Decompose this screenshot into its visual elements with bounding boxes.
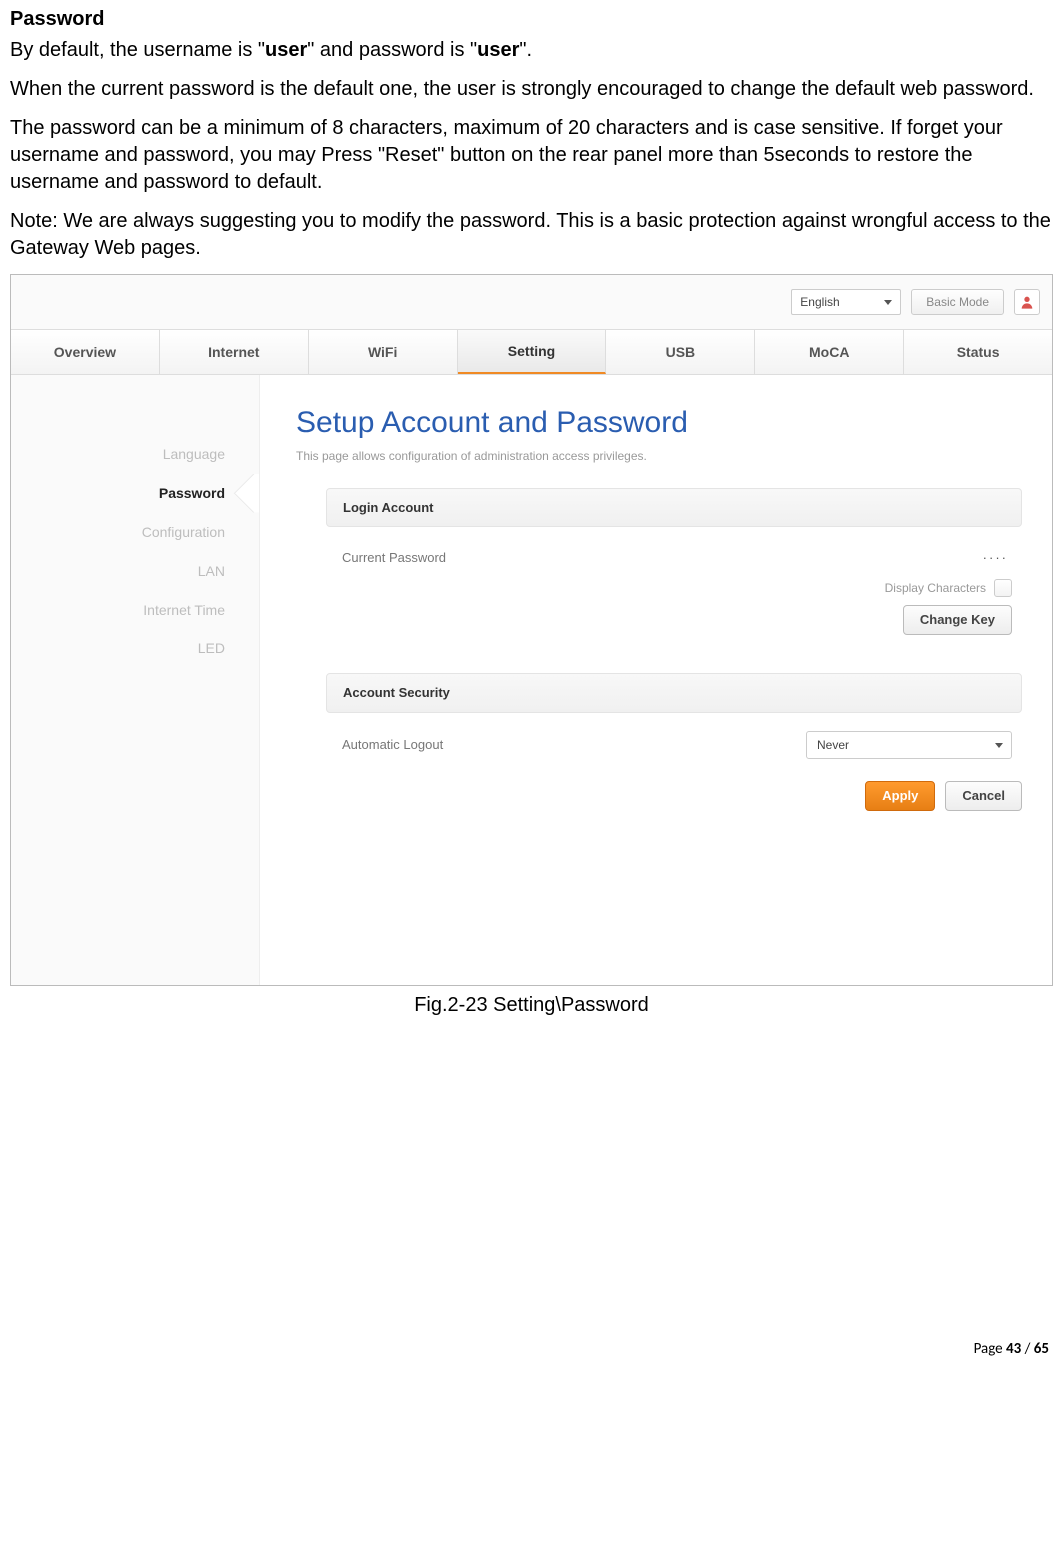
tab-label: Overview — [54, 343, 116, 362]
top-tabs: Overview Internet WiFi Setting USB MoCA … — [11, 329, 1052, 375]
sidebar-item-password[interactable]: Password — [11, 474, 259, 513]
row-current-password: Current Password ···· — [326, 541, 1022, 575]
sidebar-item-label: LED — [198, 640, 225, 656]
section-head-login-account: Login Account — [326, 488, 1022, 528]
settings-sidebar: Language Password Configuration LAN Inte… — [11, 375, 259, 985]
p1a: By default, the username is " — [10, 39, 265, 61]
automatic-logout-value: Never — [817, 737, 849, 753]
form-actions: Apply Cancel — [326, 781, 1022, 811]
tab-label: Status — [957, 343, 1000, 362]
screenshot-setting-password: English Basic Mode Overview Internet WiF… — [10, 274, 1053, 986]
change-key-label: Change Key — [920, 611, 995, 629]
tab-internet[interactable]: Internet — [160, 330, 309, 374]
sidebar-item-label: LAN — [198, 563, 225, 579]
sidebar-item-label: Language — [163, 446, 225, 462]
apply-button[interactable]: Apply — [865, 781, 935, 811]
apply-label: Apply — [882, 787, 918, 805]
page-subtitle: This page allows configuration of admini… — [296, 448, 1022, 464]
paragraph-1: By default, the username is "user" and p… — [10, 37, 1053, 64]
footer-page-total: 65 — [1034, 1340, 1049, 1358]
user-icon — [1019, 294, 1035, 310]
automatic-logout-select[interactable]: Never — [806, 731, 1012, 759]
p1e: ". — [519, 39, 532, 61]
page-footer: Page 43 / 65 — [10, 1339, 1053, 1359]
footer-prefix: Page — [974, 1340, 1006, 1358]
user-account-icon[interactable] — [1014, 289, 1040, 315]
current-password-label: Current Password — [342, 549, 446, 567]
tab-label: USB — [666, 343, 696, 362]
row-automatic-logout: Automatic Logout Never — [326, 727, 1022, 763]
tab-label: Internet — [208, 343, 259, 362]
sidebar-item-lan[interactable]: LAN — [11, 552, 259, 591]
sidebar-item-internet-time[interactable]: Internet Time — [11, 591, 259, 630]
tab-label: WiFi — [368, 343, 397, 362]
sidebar-item-label: Internet Time — [143, 602, 225, 618]
mode-toggle-label: Basic Mode — [926, 294, 989, 310]
tab-setting[interactable]: Setting — [458, 330, 607, 374]
display-characters-label: Display Characters — [885, 580, 986, 596]
p1-user2: user — [477, 39, 519, 61]
footer-sep: / — [1021, 1340, 1034, 1358]
section-head-account-security: Account Security — [326, 673, 1022, 713]
p1c: " and password is " — [307, 39, 477, 61]
tab-overview[interactable]: Overview — [11, 330, 160, 374]
checkbox-icon — [994, 579, 1012, 597]
figure-caption: Fig.2-23 Setting\Password — [10, 992, 1053, 1019]
footer-page-current: 43 — [1006, 1340, 1021, 1358]
top-toolbar: English Basic Mode — [11, 275, 1052, 329]
change-key-button[interactable]: Change Key — [903, 605, 1012, 635]
cancel-label: Cancel — [962, 787, 1005, 805]
paragraph-2: When the current password is the default… — [10, 76, 1053, 103]
language-select[interactable]: English — [791, 289, 901, 315]
sidebar-item-label: Configuration — [142, 524, 225, 540]
language-select-value: English — [800, 294, 839, 310]
section-account-security: Account Security Automatic Logout Never — [326, 673, 1022, 763]
row-password-options: Display Characters Change Key — [326, 575, 1022, 639]
tab-label: Setting — [508, 342, 555, 361]
sidebar-item-language[interactable]: Language — [11, 435, 259, 474]
section-login-account: Login Account Current Password ···· Disp… — [326, 488, 1022, 640]
sidebar-item-label: Password — [159, 485, 225, 501]
tab-status[interactable]: Status — [904, 330, 1052, 374]
sidebar-item-configuration[interactable]: Configuration — [11, 513, 259, 552]
tab-moca[interactable]: MoCA — [755, 330, 904, 374]
cancel-button[interactable]: Cancel — [945, 781, 1022, 811]
current-password-value: ···· — [983, 549, 1012, 567]
heading-password: Password — [10, 6, 1053, 33]
p1-user1: user — [265, 39, 307, 61]
paragraph-4: Note: We are always suggesting you to mo… — [10, 208, 1053, 262]
main-panel: Setup Account and Password This page all… — [259, 375, 1052, 985]
paragraph-3: The password can be a minimum of 8 chara… — [10, 115, 1053, 196]
tab-label: MoCA — [809, 343, 849, 362]
page-title: Setup Account and Password — [296, 403, 1022, 444]
display-characters-toggle[interactable]: Display Characters — [885, 579, 1012, 597]
tab-wifi[interactable]: WiFi — [309, 330, 458, 374]
automatic-logout-label: Automatic Logout — [342, 736, 443, 754]
mode-toggle-button[interactable]: Basic Mode — [911, 289, 1004, 315]
tab-usb[interactable]: USB — [606, 330, 755, 374]
sidebar-item-led[interactable]: LED — [11, 629, 259, 668]
